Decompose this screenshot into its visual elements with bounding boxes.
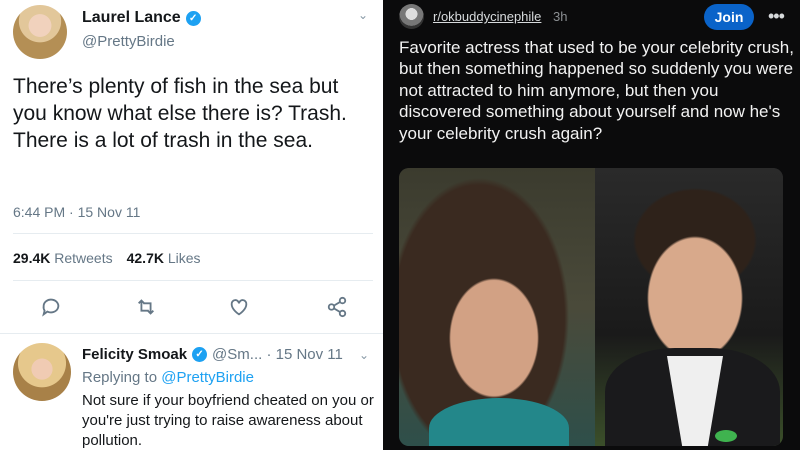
retweets-count: 29.4K (13, 250, 51, 266)
divider (0, 333, 383, 334)
author-name[interactable]: Laurel Lance (82, 9, 181, 27)
photo-left-portrait (399, 168, 595, 446)
post-age: 3h (553, 9, 568, 24)
chevron-down-icon[interactable]: ⌄ (359, 348, 369, 362)
reply-text: Not sure if your boyfriend cheated on yo… (82, 392, 374, 449)
post-image[interactable] (399, 168, 783, 446)
post-title[interactable]: Favorite actress that used to be your ce… (399, 37, 794, 144)
retweet-icon[interactable] (134, 296, 158, 318)
retweets-label: Retweets (54, 250, 113, 266)
subreddit-name[interactable]: r/okbuddycinephile (433, 9, 541, 24)
reply-author-name[interactable]: Felicity Smoak (82, 346, 187, 363)
divider (13, 280, 373, 281)
author-handle[interactable]: @PrettyBirdie (82, 33, 175, 50)
replying-to-handle[interactable]: @PrettyBirdie (161, 369, 254, 386)
tweet-timestamp[interactable]: 6:44 PM · 15 Nov 11 (13, 204, 140, 220)
likes-label: Likes (167, 250, 201, 266)
retweets-stat[interactable]: 29.4K Retweets (13, 250, 113, 266)
more-options-icon[interactable]: ••• (768, 6, 785, 27)
verified-icon: ✓ (185, 10, 201, 26)
replying-to: Replying to @PrettyBirdie (82, 369, 254, 386)
tweet-text: There’s plenty of fish in the sea but yo… (13, 75, 347, 152)
subreddit-avatar[interactable] (399, 4, 424, 29)
photo-right-portrait (595, 168, 783, 446)
teal-top (429, 398, 569, 446)
reply-author-avatar[interactable] (13, 343, 71, 401)
divider (13, 233, 373, 234)
like-icon[interactable] (228, 296, 250, 318)
lapel-flower (715, 430, 737, 442)
reply-handle-date: @Sm... · 15 Nov 11 (212, 346, 343, 363)
share-icon[interactable] (326, 296, 348, 318)
tweet-stats: 29.4K Retweets 42.7K Likes (13, 250, 201, 266)
reply-author-row[interactable]: Felicity Smoak ✓ @Sm... · 15 Nov 11 (82, 346, 343, 363)
chevron-down-icon[interactable]: ⌄ (358, 8, 368, 22)
author-avatar[interactable] (13, 5, 67, 59)
reddit-post-panel: r/okbuddycinephile 3h Join ••• Favorite … (383, 0, 800, 450)
verified-icon: ✓ (192, 347, 208, 362)
replying-to-prefix: Replying to (82, 369, 158, 386)
reply-icon[interactable] (40, 296, 62, 318)
join-button[interactable]: Join (704, 4, 754, 30)
tweet-actions (0, 296, 383, 320)
tweet-panel: Laurel Lance ✓ @PrettyBirdie ⌄ There’s p… (0, 0, 383, 450)
likes-count: 42.7K (126, 250, 164, 266)
likes-stat[interactable]: 42.7K Likes (127, 250, 201, 266)
author-name-row[interactable]: Laurel Lance ✓ (82, 9, 201, 27)
